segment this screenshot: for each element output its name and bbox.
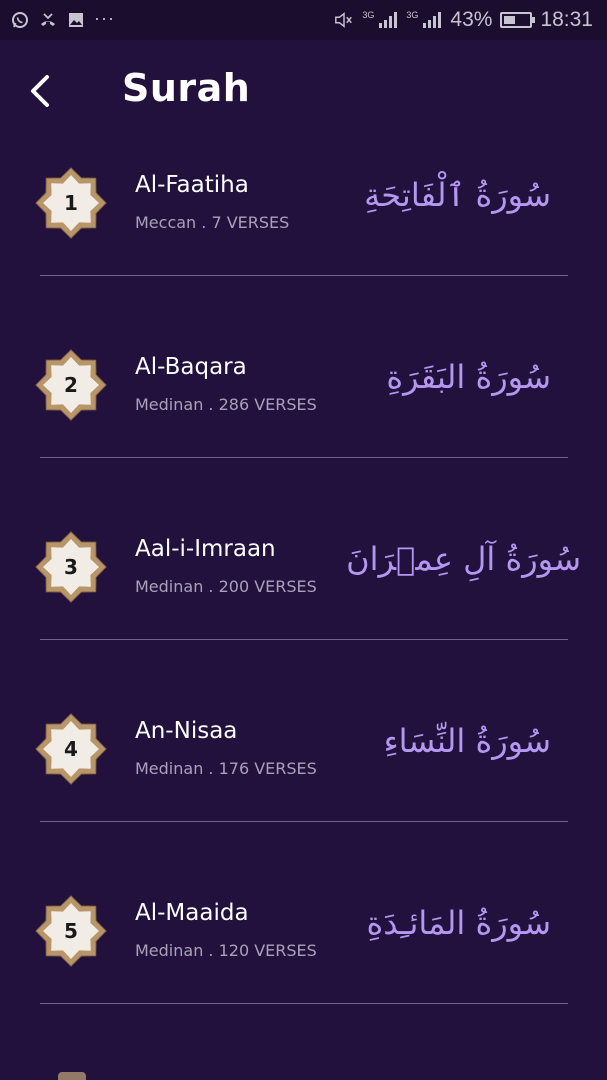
surah-row[interactable]: 2 Al-Baqara Medinan . 286 VERSES سُورَةُ ال… <box>0 324 607 506</box>
battery-icon <box>500 12 536 28</box>
surah-number-badge: 5 <box>34 894 108 968</box>
surah-row[interactable]: 4 An-Nisaa Medinan . 176 VERSES سُورَةُ الن… <box>0 688 607 870</box>
surah-arabic-name: سُورَةُ المَائـِدَةِ <box>366 904 551 942</box>
divider <box>40 275 568 276</box>
back-button[interactable] <box>20 71 60 111</box>
surah-number-badge: 3 <box>34 530 108 604</box>
surah-name: An-Nisaa <box>135 718 238 744</box>
surah-meta: Medinan . 120 VERSES <box>135 941 317 960</box>
surah-arabic-name: سُورَةُ آلِ عِمۡرَانَ <box>346 540 581 578</box>
surah-number: 3 <box>64 555 78 579</box>
surah-number: 2 <box>64 373 78 397</box>
surah-number: 1 <box>64 191 78 215</box>
surah-list: 1 Al-Faatiha Meccan . 7 VERSES سُورَةُ ٱلْف… <box>0 142 607 1052</box>
surah-number: 4 <box>64 737 78 761</box>
surah-arabic-name: سُورَةُ النِّسَاءِ <box>383 722 551 760</box>
more-dots-icon: ··· <box>94 8 115 28</box>
surah-arabic-name: سُورَةُ البَقَرَةِ <box>386 358 551 396</box>
clock: 18:31 <box>540 8 593 31</box>
page-title: Surah <box>122 66 251 110</box>
status-left-icons: ··· <box>10 8 115 30</box>
divider <box>40 639 568 640</box>
surah-number-badge: 1 <box>34 166 108 240</box>
battery-percent: 43% <box>450 8 493 31</box>
surah-meta: Medinan . 200 VERSES <box>135 577 317 596</box>
next-row-badge-peek <box>58 1072 86 1080</box>
chevron-left-icon <box>31 75 49 107</box>
divider <box>40 1003 568 1004</box>
status-bar: ··· 3G 3G 43% 18:31 <box>0 0 607 40</box>
network-type-1: 3G <box>362 10 375 20</box>
surah-name: Al-Faatiha <box>135 172 249 198</box>
surah-row[interactable]: 5 Al-Maaida Medinan . 120 VERSES سُورَةُ ال… <box>0 870 607 1052</box>
network-type-2: 3G <box>406 10 419 20</box>
surah-number: 5 <box>64 919 78 943</box>
surah-arabic-name: سُورَةُ ٱلْفَاتِحَةِ <box>364 176 551 214</box>
divider <box>40 457 568 458</box>
signal-icon <box>422 10 442 30</box>
mute-icon <box>334 10 354 30</box>
surah-meta: Meccan . 7 VERSES <box>135 213 290 232</box>
surah-row[interactable]: 3 Aal-i-Imraan Medinan . 200 VERSES سُورَةُ… <box>0 506 607 688</box>
status-right-icons: 3G 3G 43% 18:31 <box>334 8 593 32</box>
surah-name: Al-Maaida <box>135 900 249 926</box>
surah-name: Al-Baqara <box>135 354 247 380</box>
surah-meta: Medinan . 286 VERSES <box>135 395 317 414</box>
surah-name: Aal-i-Imraan <box>135 536 276 562</box>
surah-meta: Medinan . 176 VERSES <box>135 759 317 778</box>
whatsapp-icon <box>10 10 30 30</box>
app-bar: Surah <box>0 40 607 142</box>
surah-number-badge: 4 <box>34 712 108 786</box>
surah-number-badge: 2 <box>34 348 108 422</box>
divider <box>40 821 568 822</box>
missed-call-icon <box>38 10 58 30</box>
image-icon <box>66 10 86 30</box>
surah-row[interactable]: 1 Al-Faatiha Meccan . 7 VERSES سُورَةُ ٱلْف… <box>0 142 607 324</box>
signal-icon <box>378 10 398 30</box>
